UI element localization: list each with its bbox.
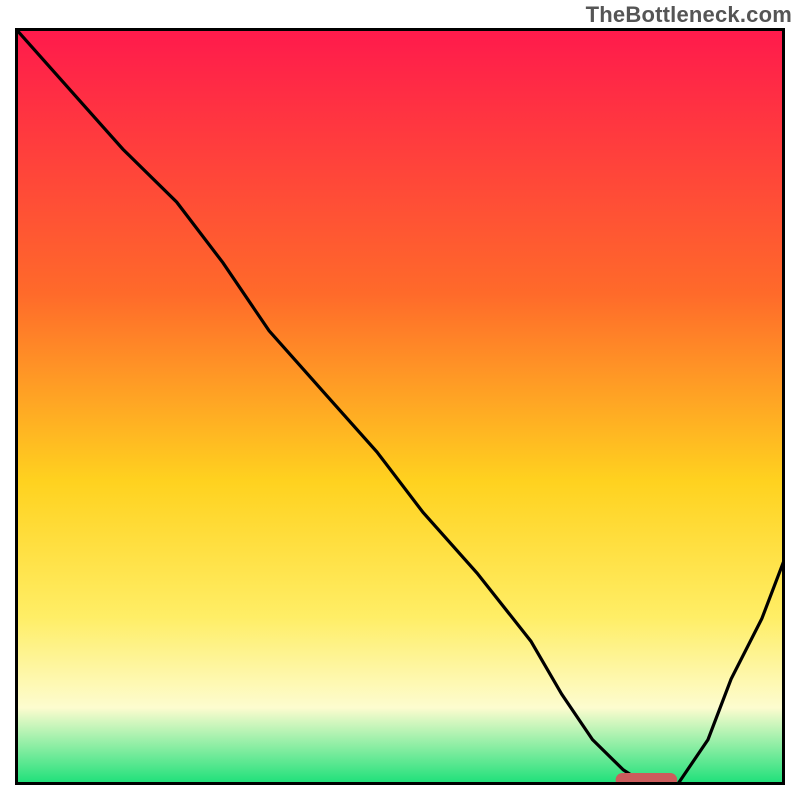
gradient-background — [17, 30, 783, 783]
chart-svg — [15, 28, 785, 785]
watermark-text: TheBottleneck.com — [586, 2, 792, 28]
chart-stage: TheBottleneck.com — [0, 0, 800, 800]
chart-plot — [15, 28, 785, 785]
